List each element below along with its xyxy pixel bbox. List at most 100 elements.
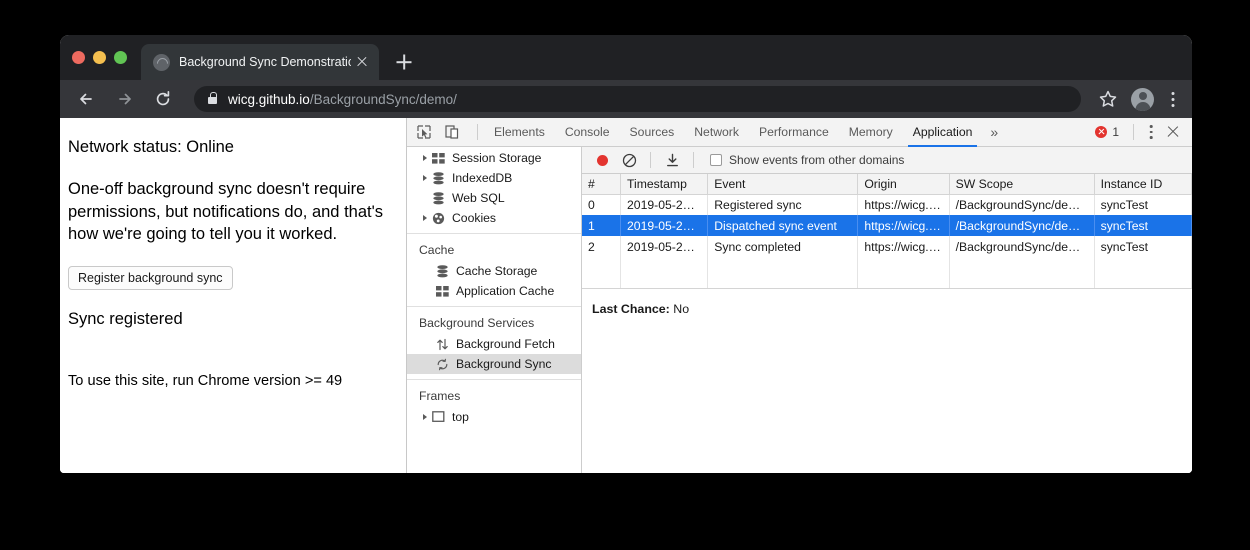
chevron-right-icon[interactable]	[419, 155, 431, 161]
database-icon	[431, 191, 446, 205]
column-header-num[interactable]: #	[582, 174, 621, 194]
cell-timestamp: 2019-05-2…	[621, 236, 708, 257]
cell-num: 0	[582, 194, 621, 215]
toolbar-divider	[693, 152, 694, 168]
address-bar[interactable]: wicg.github.io/BackgroundSync/demo/	[194, 86, 1081, 112]
column-header-sw-scope[interactable]: SW Scope	[949, 174, 1094, 194]
tab-title: Background Sync Demonstration	[179, 55, 351, 69]
kebab-menu-icon[interactable]	[1142, 122, 1160, 142]
sidebar-item-application-cache[interactable]: Application Cache	[407, 281, 581, 301]
header-divider	[1133, 124, 1134, 140]
cell-timestamp: 2019-05-2…	[621, 194, 708, 215]
maximize-window-button[interactable]	[114, 51, 127, 64]
table-header-row: # Timestamp Event Origin SW Scope Instan…	[582, 174, 1192, 194]
frame-icon	[431, 410, 446, 424]
register-background-sync-button[interactable]: Register background sync	[68, 266, 233, 290]
plus-icon[interactable]	[389, 47, 419, 77]
tab-network[interactable]: Network	[684, 118, 749, 147]
sidebar-item-background-sync[interactable]: Background Sync	[407, 354, 581, 374]
filler-cell	[949, 257, 1094, 288]
chevron-double-right-icon[interactable]: »	[982, 118, 1006, 147]
cookie-icon	[431, 211, 446, 225]
chevron-right-icon[interactable]	[419, 414, 431, 420]
kebab-menu-icon[interactable]	[1164, 88, 1182, 110]
filler-cell	[858, 257, 949, 288]
filler-cell	[582, 257, 621, 288]
column-header-timestamp[interactable]: Timestamp	[621, 174, 708, 194]
close-icon[interactable]	[353, 53, 371, 71]
toolbar-divider	[650, 152, 651, 168]
tab-application[interactable]: Application	[903, 118, 983, 147]
page-content: Network status: Online One-off backgroun…	[60, 118, 407, 473]
sidebar-item-label: IndexedDB	[452, 171, 512, 185]
download-icon[interactable]	[660, 149, 684, 171]
clear-no-entry-icon[interactable]	[617, 149, 641, 171]
chrome-version-note: To use this site, run Chrome version >= …	[68, 373, 342, 389]
sidebar-section-background-services: Background Services	[407, 307, 581, 334]
column-header-instance-id[interactable]: Instance ID	[1094, 174, 1191, 194]
table-row[interactable]: 0 2019-05-2… Registered sync https://wic…	[582, 194, 1192, 215]
sidebar-item-web-sql[interactable]: Web SQL	[407, 188, 581, 208]
checkbox-box[interactable]	[710, 154, 722, 166]
sidebar-item-cache-storage[interactable]: Cache Storage	[407, 261, 581, 281]
tab-elements[interactable]: Elements	[484, 118, 555, 147]
checkbox-label: Show events from other domains	[729, 153, 904, 167]
filler-cell	[621, 257, 708, 288]
star-icon[interactable]	[1095, 86, 1121, 112]
sidebar-item-label: top	[452, 410, 469, 424]
avatar-icon[interactable]	[1131, 88, 1154, 111]
table-filler-row	[582, 257, 1192, 288]
devtools-sidebar: Session Storage IndexedDB	[407, 147, 582, 473]
cell-timestamp: 2019-05-2…	[621, 215, 708, 236]
last-chance-label: Last Chance:	[592, 302, 670, 316]
chevron-right-icon[interactable]	[419, 175, 431, 181]
sidebar-item-session-storage[interactable]: Session Storage	[407, 148, 581, 168]
background-sync-panel: Show events from other domains # Timesta…	[582, 147, 1192, 473]
chevron-right-icon[interactable]	[419, 215, 431, 221]
sidebar-item-top-frame[interactable]: top	[407, 407, 581, 427]
sidebar-item-label: Application Cache	[456, 284, 554, 298]
column-header-origin[interactable]: Origin	[858, 174, 949, 194]
url-host: wicg.github.io	[228, 92, 310, 107]
last-chance-detail: Last Chance: No	[582, 289, 1192, 316]
tab-console[interactable]: Console	[555, 118, 620, 147]
sidebar-item-background-fetch[interactable]: Background Fetch	[407, 334, 581, 354]
devtools-header-actions: 1	[1089, 121, 1186, 143]
record-circle-icon[interactable]	[590, 149, 614, 171]
tab-sources[interactable]: Sources	[620, 118, 685, 147]
devtools-tool-icons	[411, 120, 471, 144]
tab-performance[interactable]: Performance	[749, 118, 839, 147]
filler-cell	[708, 257, 858, 288]
browser-window: Background Sync Demonstration wicg.githu…	[60, 35, 1192, 473]
forward-arrow-icon[interactable]	[112, 86, 138, 112]
sidebar-item-label: Cache Storage	[456, 264, 537, 278]
sidebar-item-indexeddb[interactable]: IndexedDB	[407, 168, 581, 188]
show-other-domains-checkbox[interactable]: Show events from other domains	[710, 153, 904, 167]
column-header-event[interactable]: Event	[708, 174, 858, 194]
browser-tab[interactable]: Background Sync Demonstration	[141, 44, 379, 80]
reload-icon[interactable]	[150, 86, 176, 112]
table-row[interactable]: 1 2019-05-2… Dispatched sync event https…	[582, 215, 1192, 236]
background-sync-toolbar: Show events from other domains	[582, 147, 1192, 174]
table-row[interactable]: 2 2019-05-2… Sync completed https://wicg…	[582, 236, 1192, 257]
error-badge[interactable]: 1	[1089, 125, 1125, 139]
tab-memory[interactable]: Memory	[839, 118, 903, 147]
sidebar-section-frames: Frames	[407, 380, 581, 407]
error-count: 1	[1112, 125, 1119, 139]
viewport: Network status: Online One-off backgroun…	[60, 118, 1192, 473]
device-toolbar-icon[interactable]	[439, 120, 465, 144]
cell-instance-id: syncTest	[1094, 236, 1191, 257]
tab-strip: Background Sync Demonstration	[60, 35, 1192, 80]
cell-instance-id: syncTest	[1094, 215, 1191, 236]
back-arrow-icon[interactable]	[74, 86, 100, 112]
filler-cell	[1094, 257, 1191, 288]
sidebar-item-cookies[interactable]: Cookies	[407, 208, 581, 228]
toolbar-divider	[477, 124, 478, 140]
inspect-element-icon[interactable]	[411, 120, 437, 144]
close-window-button[interactable]	[72, 51, 85, 64]
events-table: # Timestamp Event Origin SW Scope Instan…	[582, 174, 1192, 288]
cell-sw-scope: /BackgroundSync/de…	[949, 215, 1094, 236]
minimize-window-button[interactable]	[93, 51, 106, 64]
close-icon[interactable]	[1162, 121, 1184, 143]
cell-origin: https://wicg.…	[858, 215, 949, 236]
